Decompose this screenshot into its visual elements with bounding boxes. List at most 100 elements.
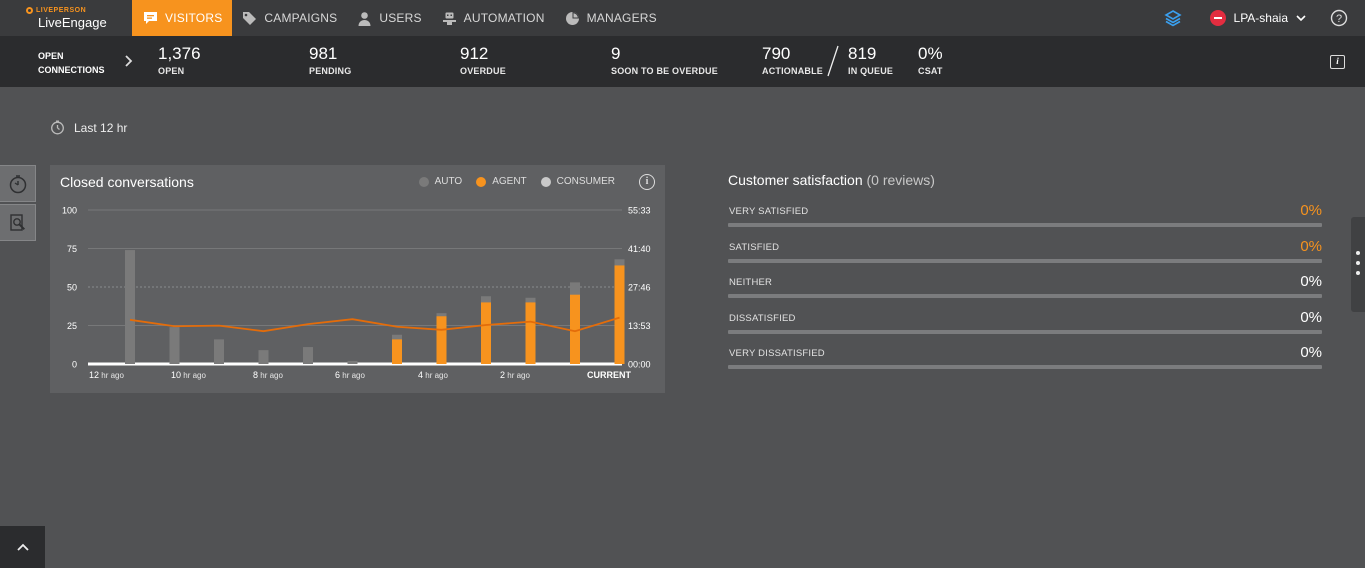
legend-consumer[interactable]: CONSUMER <box>540 176 615 187</box>
csat-row-bar <box>728 294 1322 298</box>
tag-icon <box>242 11 257 26</box>
y2-tick-label: 00:00 <box>628 360 651 370</box>
stopwatch-icon <box>8 174 28 194</box>
customer-satisfaction-panel: Customer satisfaction (0 reviews) VERY S… <box>728 172 1322 371</box>
y-tick-label: 100 <box>62 206 77 216</box>
stat-soon-value: 9 <box>611 44 621 63</box>
bar-agent <box>614 265 625 364</box>
y2-tick-label: 13:53 <box>628 321 651 331</box>
x-tick-label: 6 hr ago <box>335 370 365 380</box>
brand-small: LIVEPERSON <box>36 7 87 14</box>
timer-tool-button[interactable] <box>0 165 36 202</box>
open-connections-toggle[interactable]: OPEN CONNECTIONS <box>38 49 105 77</box>
csat-row-label: SATISFIED <box>729 241 780 253</box>
legend-agent-label: AGENT <box>492 176 527 187</box>
csat-row-very-dissatisfied: VERY DISSATISFIED 0% <box>728 335 1322 371</box>
stat-csat-label: CSAT <box>918 66 943 76</box>
csat-row-value: 0% <box>1300 273 1322 290</box>
time-period-selector[interactable]: Last 12 hr <box>50 120 127 135</box>
csat-row-value: 0% <box>1300 237 1322 255</box>
info-icon[interactable]: i <box>1330 55 1345 69</box>
csat-row-value: 0% <box>1300 308 1322 326</box>
csat-row-neither: NEITHER 0% <box>728 264 1322 300</box>
slash-divider <box>827 45 839 77</box>
nav-campaigns[interactable]: CAMPAIGNS <box>232 0 347 36</box>
user-menu[interactable]: LPA-shaia <box>1209 10 1306 26</box>
csat-title-text: Customer satisfaction <box>728 172 863 188</box>
stat-pending-value: 981 <box>309 44 338 63</box>
legend-consumer-label: CONSUMER <box>556 176 615 187</box>
username: LPA-shaia <box>1233 11 1288 25</box>
csat-row-label: NEITHER <box>729 277 773 288</box>
stat-soon-label: SOON TO BE OVERDUE <box>611 66 718 76</box>
stat-open-value: 1,376 <box>158 44 201 63</box>
stat-soon-overdue[interactable]: 9 SOON TO BE OVERDUE <box>611 44 718 76</box>
stopwatch-icon <box>50 120 65 135</box>
bar-agent <box>392 339 402 364</box>
nav-visitors[interactable]: VISITORS <box>132 0 233 36</box>
side-panel-handle[interactable] <box>1351 217 1365 312</box>
bar-auto <box>169 327 180 364</box>
stat-csat[interactable]: 0% CSAT <box>918 44 943 76</box>
stat-overdue-value: 912 <box>460 44 489 63</box>
status-busy-icon <box>1209 10 1226 26</box>
y-tick-label: 25 <box>67 321 77 331</box>
bar-auto <box>258 350 269 364</box>
legend-auto[interactable]: AUTO <box>418 176 462 187</box>
search-document-icon <box>8 213 28 233</box>
stat-open[interactable]: 1,376 OPEN <box>158 44 201 76</box>
csat-row-label: VERY DISSATISFIED <box>729 348 825 359</box>
csat-title: Customer satisfaction (0 reviews) <box>728 172 1322 188</box>
csat-row-very-satisfied: VERY SATISFIED 0% <box>728 193 1322 229</box>
search-tool-button[interactable] <box>0 204 36 241</box>
bar-agent <box>481 302 491 364</box>
nav-users[interactable]: USERS <box>347 0 431 36</box>
pie-chart-icon <box>565 11 580 26</box>
help-icon[interactable]: ? <box>1330 9 1348 27</box>
user-icon <box>357 11 372 26</box>
chart-info-icon[interactable]: i <box>639 174 655 190</box>
stat-actionable-label: ACTIONABLE <box>762 66 823 76</box>
y2-tick-label: 55:33 <box>628 206 651 216</box>
csat-row-dissatisfied: DISSATISFIED 0% <box>728 300 1322 336</box>
handle-dot <box>1356 271 1360 275</box>
chevron-right-icon[interactable] <box>124 54 133 70</box>
stat-csat-value: 0% <box>918 44 943 63</box>
x-tick-label: 12 hr ago <box>89 370 124 380</box>
svg-text:?: ? <box>1336 13 1342 25</box>
bar-agent <box>436 316 447 364</box>
stat-actionable-value: 790 <box>762 44 791 63</box>
brand-big: LiveEngage <box>38 15 107 30</box>
bar-auto <box>347 360 358 364</box>
bar-auto <box>303 347 313 364</box>
stat-overdue-label: OVERDUE <box>460 66 506 76</box>
nav-managers[interactable]: MANAGERS <box>555 0 667 36</box>
csat-reviews-count: (0 reviews) <box>866 172 935 188</box>
nav-automation-label: AUTOMATION <box>463 11 545 25</box>
stat-inqueue-value: 819 <box>848 44 877 63</box>
layers-icon[interactable] <box>1163 9 1182 27</box>
liveengage-logo[interactable]: LIVEPERSON LiveEngage <box>0 0 132 36</box>
legend-consumer-swatch <box>540 176 551 187</box>
period-label: Last 12 hr <box>74 120 128 135</box>
handle-dot <box>1356 251 1360 255</box>
avg-time-line <box>129 316 620 333</box>
bar-auto <box>214 339 224 364</box>
stat-pending[interactable]: 981 PENDING <box>309 44 351 76</box>
handle-dot <box>1356 261 1360 265</box>
stat-actionable[interactable]: 790 ACTIONABLE <box>762 44 823 76</box>
stat-in-queue[interactable]: 819 IN QUEUE <box>848 44 893 76</box>
y-tick-label: 75 <box>67 244 77 254</box>
collapse-button[interactable] <box>0 526 45 568</box>
closed-conversations-panel: Closed conversations AUTO AGENT CONSUMER… <box>50 165 665 393</box>
legend-agent[interactable]: AGENT <box>476 176 527 187</box>
stat-open-label: OPEN <box>158 66 185 76</box>
csat-row-bar <box>728 329 1322 334</box>
open-connections-line2: CONNECTIONS <box>38 65 105 75</box>
nav-automation[interactable]: AUTOMATION <box>432 0 555 36</box>
stat-overdue[interactable]: 912 OVERDUE <box>460 44 506 76</box>
chat-bubble-icon <box>143 11 158 26</box>
nav-users-label: USERS <box>379 11 422 25</box>
open-connections-line1: OPEN <box>38 51 64 61</box>
legend-auto-swatch <box>418 176 429 187</box>
